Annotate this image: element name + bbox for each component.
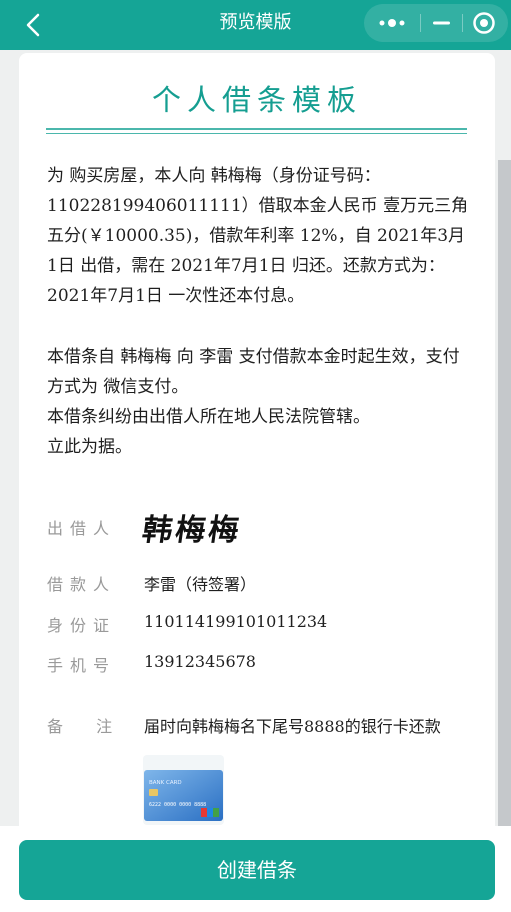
close-button[interactable] [462, 4, 508, 42]
mini-program-capsule [364, 4, 508, 42]
remark-value: 届时向韩梅梅名下尾号8888的银行卡还款 [144, 717, 441, 736]
id-card-value: 110114199101011234 [144, 612, 328, 631]
remark-label: 备 注 [47, 717, 127, 736]
borrower-value: 李雷（待签署） [144, 575, 257, 594]
closing-paragraph: 立此为据。 [47, 437, 132, 457]
minimize-icon [433, 21, 450, 25]
payment-paragraph: 本借条自 韩梅梅 向 李雷 支付借款本金时起生效，支付方式为 微信支付。 [47, 347, 460, 397]
scrollbar[interactable] [498, 160, 511, 828]
svg-text:BANK CARD: BANK CARD [149, 780, 182, 786]
phone-value: 13912345678 [144, 652, 256, 671]
svg-text:6222 0000 0000 8888: 6222 0000 0000 8888 [149, 802, 206, 808]
id-card-label: 身份证 [47, 616, 117, 635]
iou-document-card: 个人借条模板 为 购买房屋，本人向 韩梅梅（身份证号码：110228199406… [19, 53, 495, 843]
bottom-action-bar: 创建借条 [0, 826, 511, 912]
more-button[interactable] [364, 4, 420, 42]
create-iou-button[interactable]: 创建借条 [19, 840, 495, 900]
title-divider [46, 128, 467, 130]
more-dots-icon [379, 19, 405, 27]
target-circle-icon [473, 12, 495, 34]
jurisdiction-paragraph: 本借条纠纷由出借人所在地人民法院管辖。 [47, 407, 370, 427]
top-navbar: 预览模版 [0, 0, 511, 50]
borrower-label: 借款人 [47, 575, 117, 594]
document-title: 个人借条模板 [151, 83, 362, 117]
lender-signature: 韩梅梅 [140, 513, 244, 548]
loan-terms-paragraph: 为 购买房屋，本人向 韩梅梅（身份证号码：110228199406011111）… [47, 166, 469, 306]
bank-card-image[interactable]: BANK CARD 6222 0000 0000 8888 [143, 755, 224, 825]
title-divider [46, 133, 467, 134]
minimize-button[interactable] [420, 4, 462, 42]
lender-label: 出借人 [47, 519, 117, 538]
phone-label: 手机号 [47, 656, 117, 675]
bank-card-icon: BANK CARD 6222 0000 0000 8888 [144, 770, 223, 821]
